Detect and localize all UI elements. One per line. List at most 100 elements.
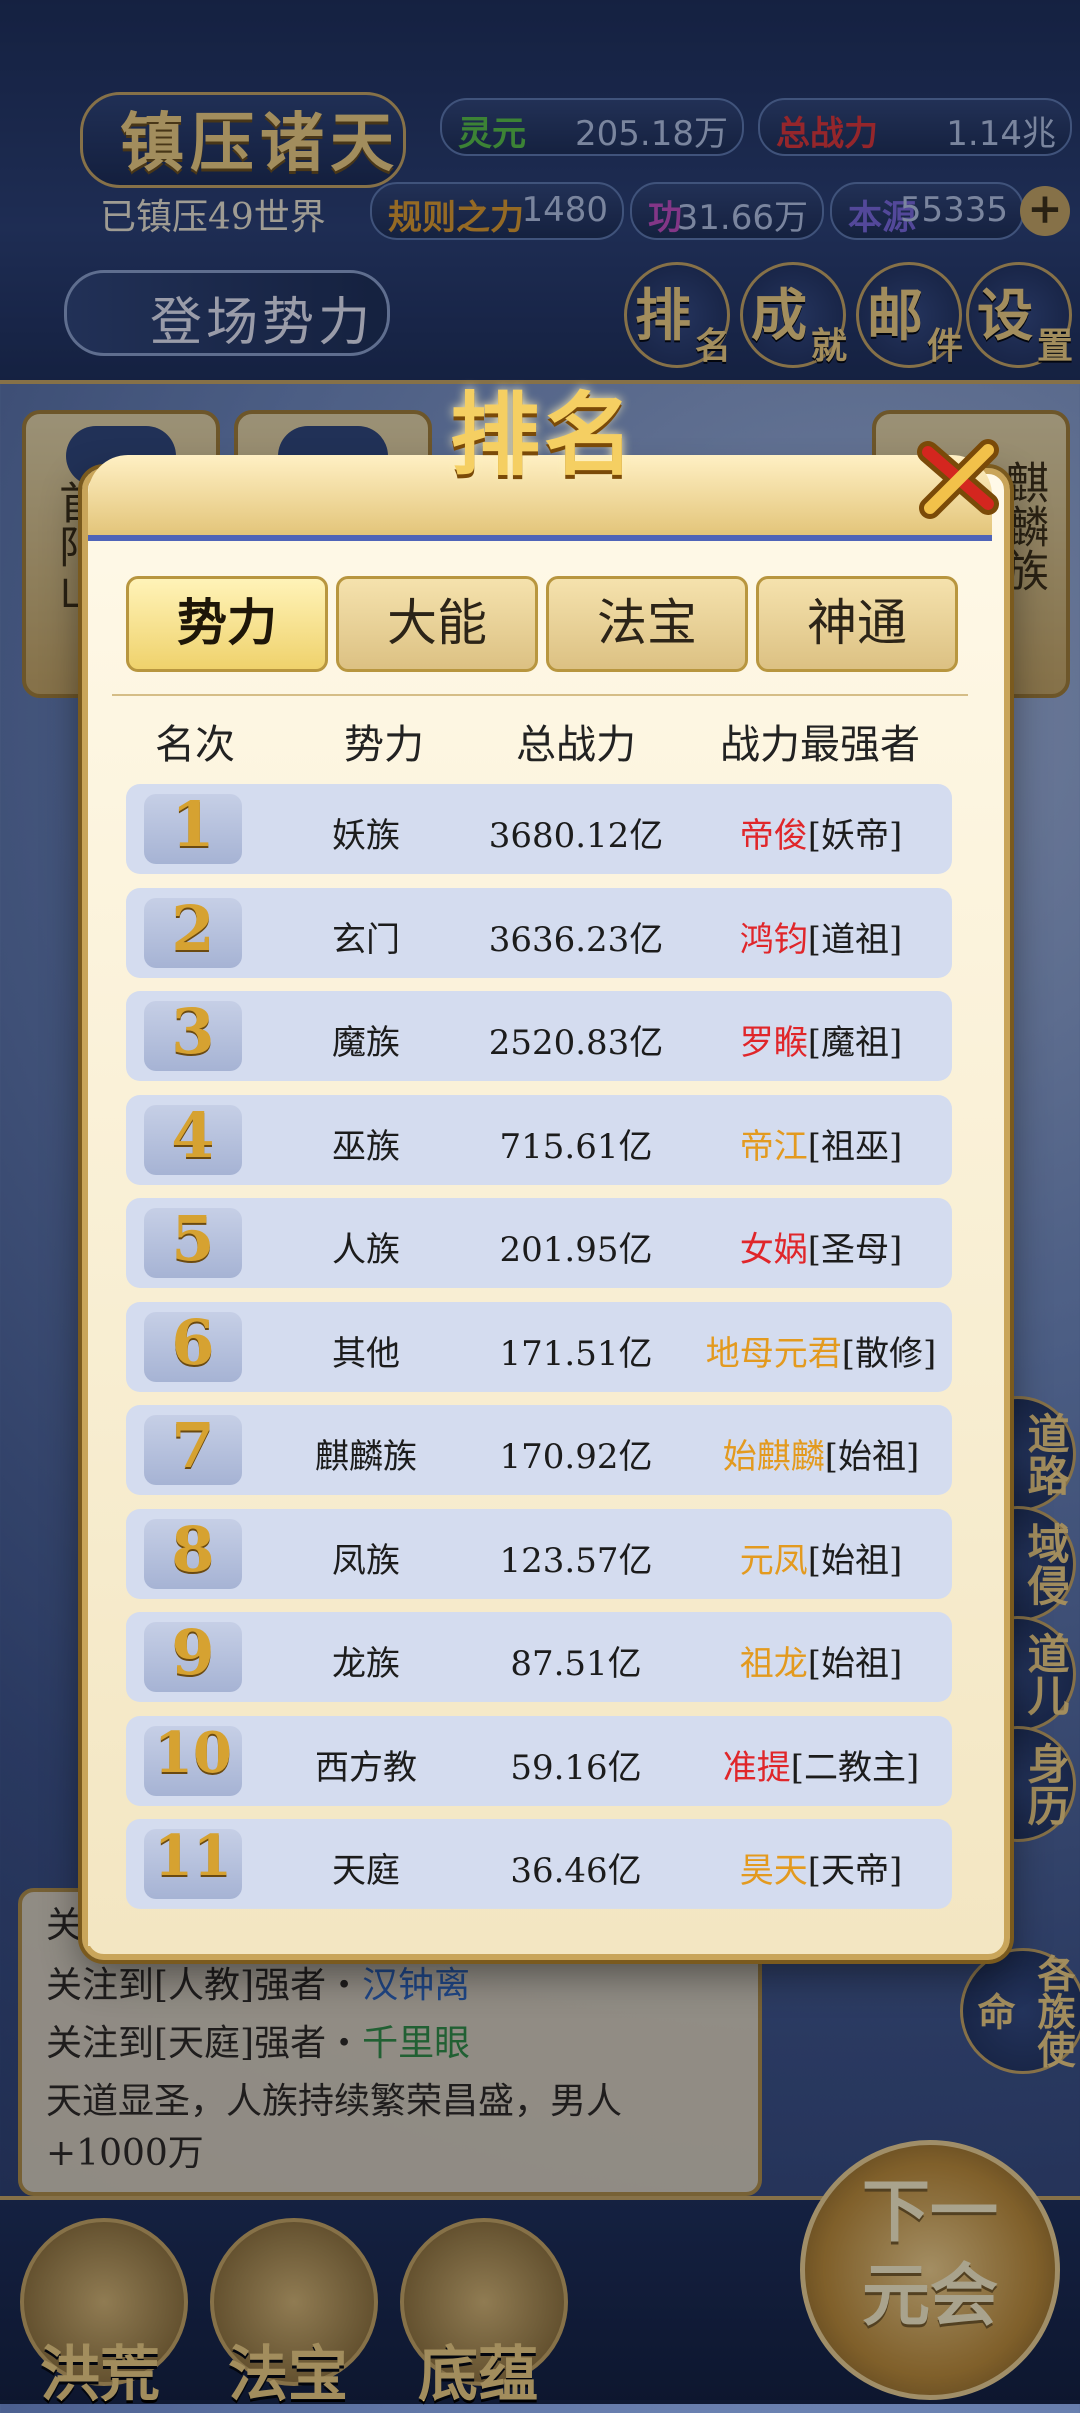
strongest-champion: 鸿钧[道祖] (676, 912, 966, 961)
list-fade (88, 1906, 992, 1946)
stat-value: 55335 (899, 190, 1008, 230)
champion-name[interactable]: 罗睺 (740, 1023, 808, 1063)
column-header-faction: 势力 (344, 722, 424, 768)
total-power-value: 36.46亿 (510, 1851, 642, 1891)
ranking-row[interactable]: 1 妖族 3680.12亿 帝俊[妖帝] (126, 784, 952, 874)
ranking-row[interactable]: 9 龙族 87.51亿 祖龙[始祖] (126, 1612, 952, 1702)
ranking-row[interactable]: 5 人族 201.95亿 女娲[圣母] (126, 1198, 952, 1288)
news-hero-name[interactable]: 汉钟离 (362, 1965, 470, 2006)
champion-name[interactable]: 帝江 (740, 1127, 808, 1167)
stat-lingyuan: 灵元 205.18万 (440, 98, 744, 156)
champion-name[interactable]: 准提 (723, 1748, 791, 1788)
next-era-label: 下一元会 (861, 2172, 998, 2336)
faction-name: 天庭 (332, 1851, 400, 1891)
rank-number: 5 (171, 1202, 215, 1275)
mail-button[interactable]: 邮 件 (856, 262, 963, 368)
ranking-row[interactable]: 4 巫族 715.61亿 帝江[祖巫] (126, 1094, 952, 1185)
faction-name: 玄门 (332, 919, 400, 960)
total-power-value: 201.95亿 (499, 1230, 653, 1270)
faction-name: 魔族 (332, 1023, 400, 1063)
rank-number: 1 (171, 788, 215, 861)
game-title: 镇压诸天 (120, 106, 400, 181)
ranking-row[interactable]: 6 其他 171.51亿 地母元君[散修] (126, 1301, 952, 1392)
total-power-value: 87.51亿 (510, 1644, 642, 1684)
tab-powerhouses[interactable]: 大能 (336, 576, 538, 672)
champion-title: [始祖] (807, 1540, 903, 1581)
champion-name[interactable]: 鸿钧 (740, 920, 808, 960)
achievement-button[interactable]: 成 就 (740, 262, 847, 368)
total-power-value: 59.16亿 (510, 1747, 642, 1788)
champion-title: [道祖] (807, 919, 903, 960)
champion-name[interactable]: 昊天 (740, 1851, 808, 1891)
total-power-value: 170.92亿 (499, 1437, 653, 1477)
champion-name[interactable]: 女娲 (740, 1230, 808, 1270)
strongest-champion: 元凤[始祖] (676, 1533, 966, 1582)
ranking-char-1: 排 (635, 283, 691, 349)
rank-number: 9 (171, 1616, 215, 1689)
ranking-row[interactable]: 7 麒麟族 170.92亿 始麒麟[始祖] (126, 1405, 952, 1495)
total-power-value: 3636.23亿 (488, 919, 664, 960)
ranking-button[interactable]: 排 名 (624, 262, 731, 368)
faction-name: 龙族 (332, 1644, 400, 1684)
column-header-total-power: 总战力 (516, 722, 636, 768)
close-icon[interactable] (910, 430, 1006, 526)
rank-number: 2 (171, 891, 215, 965)
champion-title: [祖巫] (807, 1126, 903, 1167)
faction-name: 人族 (332, 1230, 400, 1270)
settings-char-2: 置 (1036, 325, 1073, 367)
strongest-champion: 帝江[祖巫] (676, 1119, 966, 1168)
ranking-row[interactable]: 8 凤族 123.57亿 元凤[始祖] (126, 1508, 952, 1599)
faction-name: 其他 (332, 1333, 400, 1374)
stat-rule-power: 规则之力 1480 (370, 182, 624, 240)
rank-number: 8 (171, 1512, 215, 1586)
stat-total-power: 总战力 1.14兆 (758, 98, 1072, 156)
champion-title: [魔祖] (807, 1023, 903, 1063)
news-body: 天道显圣，人族持续繁荣昌盛，男人 (46, 2081, 623, 2122)
settings-button[interactable]: 设 置 (966, 262, 1073, 368)
rank-number: 3 (171, 995, 215, 1068)
strongest-champion: 帝俊[妖帝] (676, 808, 966, 857)
tab-treasures[interactable]: 法宝 (546, 576, 748, 672)
rank-number: 7 (171, 1409, 215, 1482)
tab-factions[interactable]: 势力 (126, 576, 328, 672)
ranking-row[interactable]: 2 玄门 3636.23亿 鸿钧[道祖] (126, 887, 952, 978)
champion-name[interactable]: 祖龙 (740, 1644, 808, 1684)
champion-name[interactable]: 地母元君 (706, 1334, 842, 1374)
tab-abilities[interactable]: 神通 (756, 576, 958, 672)
column-header-strongest: 战力最强者 (720, 722, 920, 768)
rank-number: 6 (171, 1305, 215, 1379)
ranking-row[interactable]: 10 西方教 59.16亿 准提[二教主] (126, 1715, 952, 1806)
debut-factions-button[interactable]: 登场势力 (150, 280, 374, 355)
modal-title: 排名 (450, 382, 638, 488)
total-power-value: 715.61亿 (499, 1126, 653, 1167)
strongest-champion: 女娲[圣母] (676, 1222, 966, 1271)
faction-name: 巫族 (332, 1126, 400, 1167)
strongest-champion: 罗睺[魔祖] (676, 1015, 966, 1064)
champion-name[interactable]: 始麒麟 (723, 1437, 825, 1477)
rank-number: 10 (154, 1719, 232, 1786)
tab-divider (112, 694, 968, 696)
news-line-partial: 关 (46, 1905, 83, 1946)
champion-title: [天帝] (807, 1851, 903, 1891)
champion-name[interactable]: 元凤 (740, 1541, 808, 1581)
add-origin-button[interactable]: + (1020, 186, 1070, 236)
news-body: +1000万 (46, 2133, 204, 2174)
ranking-char-2: 名 (694, 325, 731, 367)
stat-label: 灵元 (458, 114, 526, 154)
strongest-champion: 始麒麟[始祖] (676, 1429, 966, 1478)
ranking-row[interactable]: 11 天庭 36.46亿 昊天[天帝] (126, 1819, 952, 1909)
ranking-row[interactable]: 3 魔族 2520.83亿 罗睺[魔祖] (126, 991, 952, 1081)
achievement-char-2: 就 (810, 325, 847, 367)
faction-name: 妖族 (332, 816, 400, 856)
news-hero-name[interactable]: 千里眼 (362, 2023, 470, 2064)
strongest-champion: 准提[二教主] (676, 1740, 966, 1789)
champion-title: [始祖] (824, 1437, 920, 1477)
faction-name: 凤族 (332, 1540, 400, 1581)
side-button-clan-mission[interactable]: 各族使命 (960, 1948, 1080, 2074)
champion-title: [圣母] (807, 1230, 903, 1270)
stat-label: 总战力 (776, 114, 878, 154)
champion-name[interactable]: 帝俊 (740, 816, 808, 856)
news-prefix: 关注到[天庭]强者・ (46, 2023, 363, 2064)
stat-value: 205.18万 (575, 114, 728, 154)
total-power-value: 2520.83亿 (488, 1023, 664, 1063)
